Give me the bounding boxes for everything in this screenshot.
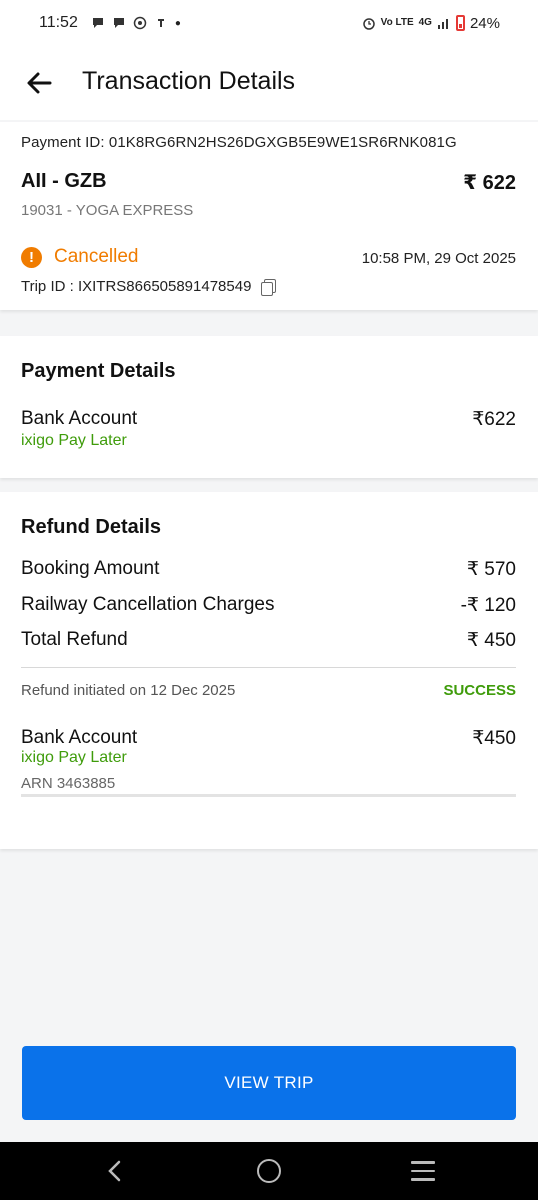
system-nav-bar <box>0 1142 538 1200</box>
trip-id-row: Trip ID : IXITRS866505891478549 <box>21 278 277 296</box>
transaction-amount: ₹ 622 <box>463 172 516 194</box>
refund-status-badge: SUCCESS <box>443 682 516 699</box>
payment-details-card: Payment Details Bank Account ixigo Pay L… <box>0 336 538 478</box>
status-row: ! Cancelled <box>21 246 139 268</box>
refund-method-sub: ixigo Pay Later <box>21 749 127 766</box>
volte-label: Vo LTE <box>380 17 414 28</box>
payment-method: Bank Account <box>21 408 138 429</box>
arn-progress-bar <box>21 794 516 797</box>
status-time: 11:52 <box>39 14 78 31</box>
message-icon <box>113 18 124 28</box>
total-refund-label: Total Refund <box>21 629 128 650</box>
arn-number: ARN 3463885 <box>21 775 116 792</box>
refund-details-title: Refund Details <box>21 516 162 538</box>
transaction-datetime: 10:58 PM, 29 Oct 2025 <box>361 250 516 267</box>
signal-icon <box>437 19 448 29</box>
payment-method-sub: ixigo Pay Later <box>21 432 127 449</box>
train-name: 19031 - YOGA EXPRESS <box>21 202 194 219</box>
cancellation-charges-label: Railway Cancellation Charges <box>21 594 275 615</box>
alarm-icon <box>362 18 375 30</box>
payment-amount: ₹622 <box>472 409 516 430</box>
refund-initiated-date: Refund initiated on 12 Dec 2025 <box>21 682 236 699</box>
refund-amount: ₹450 <box>472 728 516 749</box>
view-trip-button[interactable]: VIEW TRIP <box>22 1046 516 1120</box>
app-header: Transaction Details <box>0 46 538 120</box>
payment-id: Payment ID: 01K8RG6RN2HS26DGXGB5E9WE1SR6… <box>21 134 457 151</box>
refund-details-card: Refund Details Booking Amount ₹ 570 Rail… <box>0 492 538 849</box>
back-arrow-icon[interactable] <box>24 68 54 98</box>
alert-icon: ! <box>21 246 42 268</box>
copy-icon[interactable] <box>261 278 277 296</box>
dot-icon: ● <box>174 17 181 29</box>
transaction-summary-card: Payment ID: 01K8RG6RN2HS26DGXGB5E9WE1SR6… <box>0 122 538 310</box>
nav-back-icon[interactable] <box>104 1159 126 1183</box>
divider <box>21 667 516 668</box>
payment-details-title: Payment Details <box>21 360 176 382</box>
refund-method: Bank Account <box>21 727 138 748</box>
status-bar: 11:52 ● Vo LTE 4G 24% <box>0 0 538 46</box>
battery-icon <box>455 15 465 31</box>
usb-icon <box>157 19 164 27</box>
network-type: 4G <box>418 17 432 28</box>
nav-recents-icon[interactable] <box>411 1161 435 1181</box>
page-title: Transaction Details <box>82 67 296 95</box>
status-right: Vo LTE 4G 24% <box>362 15 500 32</box>
booking-amount-label: Booking Amount <box>21 558 160 579</box>
status-left: 11:52 ● <box>39 14 181 32</box>
booking-status: Cancelled <box>54 246 139 267</box>
booking-amount-value: ₹ 570 <box>466 559 516 580</box>
nav-home-icon[interactable] <box>257 1159 281 1183</box>
cancellation-charges-value: -₹ 120 <box>460 595 516 616</box>
route: AII - GZB <box>21 170 107 192</box>
trip-id: Trip ID : IXITRS866505891478549 <box>21 278 252 295</box>
battery-percent: 24% <box>469 14 500 32</box>
whatsapp-icon <box>133 16 147 30</box>
chat-bubble-icon <box>92 18 103 28</box>
total-refund-value: ₹ 450 <box>466 630 516 651</box>
